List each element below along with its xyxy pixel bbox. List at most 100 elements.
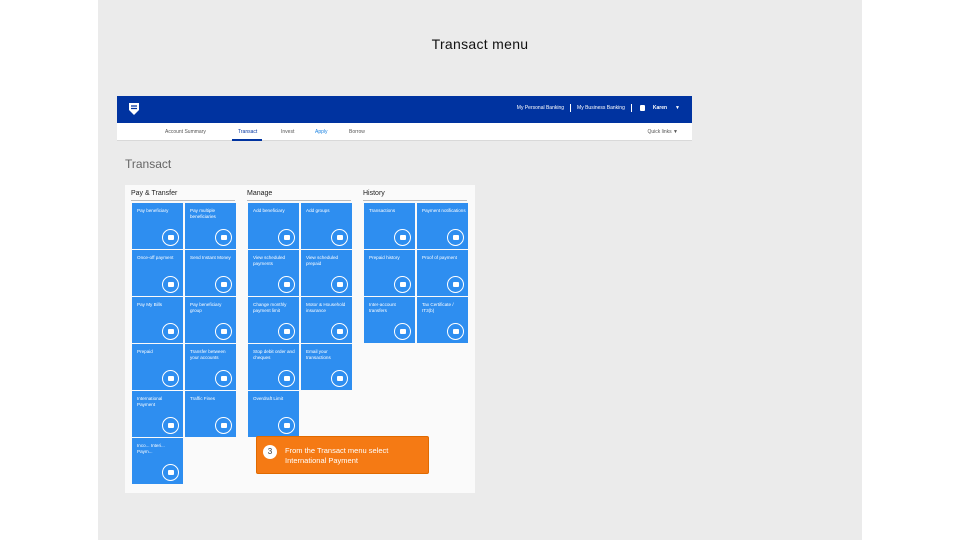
tile-label: Tax Certificate / IT3(b) [422, 302, 454, 313]
add-person-icon [278, 229, 295, 246]
tile-label: Email your transactions [306, 349, 331, 360]
traffic-light-icon [215, 417, 232, 434]
money-icon [215, 276, 232, 293]
section-divider [247, 200, 351, 201]
payment-icon [162, 276, 179, 293]
tile-label: Proof of payment [422, 255, 457, 260]
top-bar: My Personal Banking My Business Banking … [117, 96, 692, 123]
tile-pay-beneficiary-group[interactable]: Pay beneficiary group [185, 297, 236, 343]
tile-transfer-between-accounts[interactable]: Transfer between your accounts [185, 344, 236, 390]
tile-add-beneficiary[interactable]: Add beneficiary [248, 203, 299, 249]
callout-text: From the Transact menu select Internatio… [285, 446, 389, 465]
document-icon [447, 276, 464, 293]
tile-label: Send Instant Money [190, 255, 231, 260]
tile-change-payment-limit[interactable]: Change monthly payment limit [248, 297, 299, 343]
section-title-pay-transfer: Pay & Transfer [131, 190, 178, 197]
tile-view-scheduled-payments[interactable]: View scheduled payments [248, 250, 299, 296]
tile-international-payment[interactable]: International Payment [132, 391, 183, 437]
globe-icon [162, 417, 179, 434]
tab-apply[interactable]: Apply [315, 129, 328, 135]
notification-icon [447, 229, 464, 246]
tile-overdraft-limit[interactable]: Overdraft Limit [248, 391, 299, 437]
tile-tax-certificate[interactable]: Tax Certificate / IT3(b) [417, 297, 468, 343]
quick-links-menu[interactable]: Quick links ▼ [647, 129, 678, 135]
tile-label: International Payment [137, 396, 163, 407]
insurance-icon [331, 323, 348, 340]
tile-pay-beneficiary[interactable]: Pay beneficiary [132, 203, 183, 249]
tile-view-scheduled-prepaid[interactable]: View scheduled prepaid [301, 250, 352, 296]
add-group-icon [331, 229, 348, 246]
section-divider [131, 200, 235, 201]
group-icon [215, 229, 232, 246]
tile-label: Traffic Fines [190, 396, 216, 401]
tile-label: Pay beneficiary group [190, 302, 222, 313]
user-menu[interactable]: Karen [653, 105, 667, 111]
tab-borrow[interactable]: Borrow [349, 129, 365, 135]
tile-traffic-fines[interactable]: Traffic Fines [185, 391, 236, 437]
transfer-icon [394, 323, 411, 340]
stop-icon [278, 370, 295, 387]
prepaid-icon [162, 370, 179, 387]
tile-pay-multiple-beneficiaries[interactable]: Pay multiple beneficiaries [185, 203, 236, 249]
tile-label: Payment notifications [422, 208, 466, 213]
tile-send-instant-money[interactable]: Send Instant Money [185, 250, 236, 296]
slide-title: Transact menu [431, 36, 529, 52]
section-title-manage: Manage [247, 190, 273, 197]
tile-proof-of-payment[interactable]: Proof of payment [417, 250, 468, 296]
tile-payment-notifications[interactable]: Payment notifications [417, 203, 468, 249]
tile-add-groups[interactable]: Add groups [301, 203, 352, 249]
tile-prepaid[interactable]: Prepaid [132, 344, 183, 390]
tile-label: Overdraft Limit [253, 396, 284, 401]
tile-label: Prepaid history [369, 255, 400, 260]
tile-pay-my-bills[interactable]: Pay My Bills [132, 297, 183, 343]
tile-prepaid-history[interactable]: Prepaid history [364, 250, 415, 296]
tile-label: Add groups [306, 208, 330, 213]
tile-once-off-payment[interactable]: Once-off payment [132, 250, 183, 296]
email-icon [331, 370, 348, 387]
globe-icon [162, 464, 179, 481]
tile-motor-household-insurance[interactable]: Motor & Household insurance [301, 297, 352, 343]
tile-incoming-international-payment[interactable]: Inco... Interi... Paym... [132, 438, 183, 484]
quick-links-label: Quick links [647, 129, 672, 135]
tile-stop-debit-order[interactable]: Stop debit order and cheques [248, 344, 299, 390]
transfer-icon [215, 370, 232, 387]
page-title: Transact [125, 157, 172, 171]
tile-email-transactions[interactable]: Email your transactions [301, 344, 352, 390]
tile-label: Transfer between your accounts [190, 349, 226, 360]
certificate-icon [447, 323, 464, 340]
banking-screenshot: My Personal Banking My Business Banking … [117, 96, 692, 493]
tile-label: Prepaid [137, 349, 153, 354]
tile-label: Stop debit order and cheques [253, 349, 295, 360]
lock-icon [639, 105, 645, 111]
sub-navigation: Account Summary Transact Invest Apply Bo… [117, 123, 692, 141]
tile-label: Pay My Bills [137, 302, 163, 307]
tile-inter-account-transfers[interactable]: Inter-account transfers [364, 297, 415, 343]
overdraft-icon [278, 417, 295, 434]
personal-banking-link[interactable]: My Personal Banking [517, 105, 564, 111]
top-links: My Personal Banking My Business Banking … [517, 104, 680, 112]
calendar-icon [331, 276, 348, 293]
business-banking-link[interactable]: My Business Banking [577, 105, 625, 111]
group-icon [215, 323, 232, 340]
bank-logo-icon [129, 103, 139, 115]
divider [570, 104, 572, 112]
tile-transactions[interactable]: Transactions [364, 203, 415, 249]
tab-transact[interactable]: Transact [238, 129, 257, 135]
tile-label: View scheduled prepaid [306, 255, 339, 266]
tab-invest[interactable]: Invest [281, 129, 294, 135]
person-icon [162, 229, 179, 246]
limit-icon [278, 323, 295, 340]
divider [630, 104, 632, 112]
section-title-history: History [363, 190, 385, 197]
instruction-callout: 3 From the Transact menu select Internat… [256, 436, 429, 474]
section-divider [363, 200, 467, 201]
document-icon [394, 229, 411, 246]
tile-label: Once-off payment [137, 255, 174, 260]
calendar-icon [278, 276, 295, 293]
tile-label: Inter-account transfers [369, 302, 396, 313]
tile-label: Motor & Household insurance [306, 302, 346, 313]
tab-account-summary[interactable]: Account Summary [165, 129, 206, 135]
chevron-down-icon[interactable]: ▼ [675, 105, 680, 111]
tile-label: Transactions [369, 208, 396, 213]
document-icon [394, 276, 411, 293]
